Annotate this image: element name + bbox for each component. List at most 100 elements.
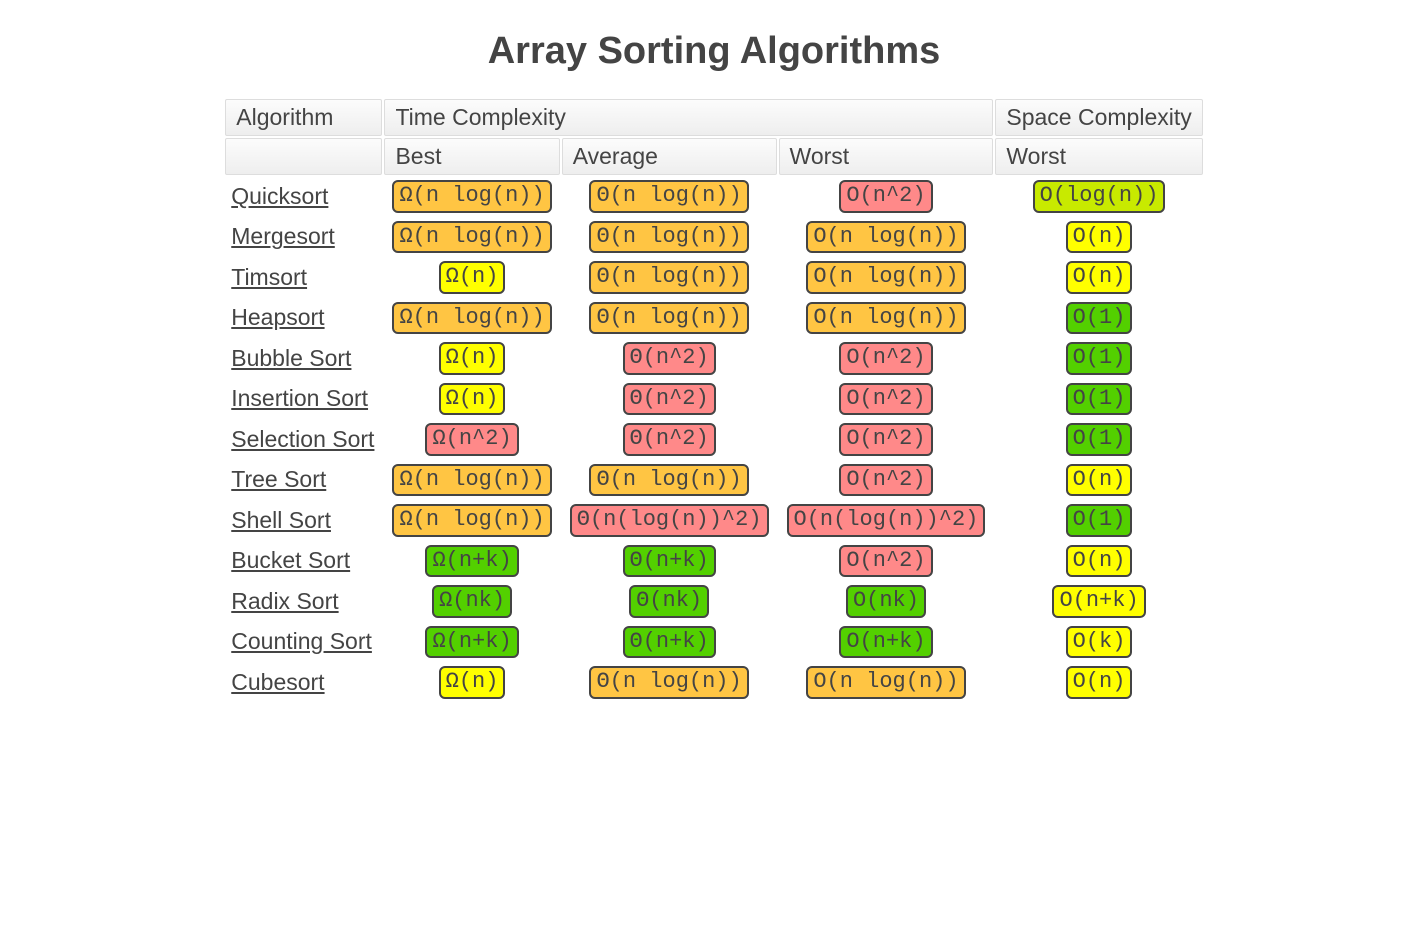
algorithm-name-cell: Radix Sort — [225, 582, 382, 621]
complexity-pill: Ω(n log(n)) — [392, 464, 551, 497]
best-cell: Ω(n+k) — [384, 623, 559, 662]
complexity-pill: O(1) — [1066, 383, 1133, 416]
table-row: CubesortΩ(n)Θ(n log(n))O(n log(n))O(n) — [225, 663, 1202, 702]
complexity-pill: O(n) — [1066, 464, 1133, 497]
table-row: Bucket SortΩ(n+k)Θ(n+k)O(n^2)O(n) — [225, 542, 1202, 581]
table-row: Tree Sort Ω(n log(n)) Θ(n log(n)) O(n^2) O(n… — [225, 461, 1202, 500]
average-cell: Θ(n+k) — [562, 623, 777, 662]
complexity-pill: Ω(n log(n)) — [392, 221, 551, 254]
table-row: Radix Sort Ω(nk) Θ(nk) O(nk) O(n+k) — [225, 582, 1202, 621]
table-row: Insertion SortΩ(n)Θ(n^2)O(n^2)O(1) — [225, 380, 1202, 419]
complexity-pill: Ω(n^2) — [425, 423, 518, 456]
best-cell: Ω(nk) — [384, 582, 559, 621]
average-cell: Θ(n log(n)) — [562, 258, 777, 297]
complexity-pill: Θ(n+k) — [623, 545, 716, 578]
worst-cell: O(n^2) — [779, 420, 994, 459]
worst-cell: O(n log(n)) — [779, 299, 994, 338]
average-cell: Θ(n^2) — [562, 420, 777, 459]
algorithm-link[interactable]: Bubble Sort — [231, 345, 351, 371]
complexity-pill: O(n+k) — [1052, 585, 1145, 618]
space-cell: O(n) — [995, 218, 1202, 257]
space-cell: O(log(n)) — [995, 177, 1202, 216]
algorithm-link[interactable]: Timsort — [231, 264, 307, 290]
complexity-pill: Θ(n log(n)) — [589, 261, 748, 294]
table-body: QuicksortΩ(n log(n))Θ(n log(n))O(n^2)O(l… — [225, 177, 1202, 702]
algorithm-name-cell: Insertion Sort — [225, 380, 382, 419]
best-cell: Ω(n log(n)) — [384, 177, 559, 216]
col-space-worst: Worst — [995, 138, 1202, 175]
col-worst: Worst — [779, 138, 994, 175]
complexity-pill: Θ(nk) — [629, 585, 709, 618]
complexity-pill: Ω(n) — [439, 261, 506, 294]
complexity-pill: O(n^2) — [839, 423, 932, 456]
worst-cell: O(n^2) — [779, 380, 994, 419]
table-row: Shell SortΩ(n log(n))Θ(n(log(n))^2)O(n(l… — [225, 501, 1202, 540]
col-best: Best — [384, 138, 559, 175]
worst-cell: O(n+k) — [779, 623, 994, 662]
best-cell: Ω(n+k) — [384, 542, 559, 581]
page-title: Array Sorting Algorithms — [0, 30, 1428, 73]
complexity-pill: Ω(nk) — [432, 585, 512, 618]
complexity-pill: Θ(n log(n)) — [589, 464, 748, 497]
complexity-pill: O(1) — [1066, 504, 1133, 537]
worst-cell: O(n^2) — [779, 461, 994, 500]
complexity-pill: O(n log(n)) — [806, 302, 965, 335]
complexity-pill: O(n(log(n))^2) — [787, 504, 986, 537]
complexity-pill: O(1) — [1066, 342, 1133, 375]
algorithm-name-cell: Shell Sort — [225, 501, 382, 540]
complexity-pill: Ω(n log(n)) — [392, 180, 551, 213]
complexity-pill: O(n) — [1066, 666, 1133, 699]
algorithm-name-cell: Bucket Sort — [225, 542, 382, 581]
table-row: Counting Sort Ω(n+k) Θ(n+k) O(n+k) O(k) — [225, 623, 1202, 662]
worst-cell: O(n(log(n))^2) — [779, 501, 994, 540]
complexity-pill: O(n^2) — [839, 464, 932, 497]
algorithm-name-cell: Heapsort — [225, 299, 382, 338]
algorithm-name-cell: Timsort — [225, 258, 382, 297]
algorithm-link[interactable]: Counting Sort — [231, 628, 372, 654]
table-row: HeapsortΩ(n log(n))Θ(n log(n))O(n log(n)… — [225, 299, 1202, 338]
table-row: Quicksort Ω(n log(n)) Θ(n log(n))O(n^2)O(l… — [225, 177, 1202, 216]
complexity-pill: Ω(n+k) — [425, 626, 518, 659]
algorithm-link[interactable]: Radix Sort — [231, 588, 338, 614]
algorithm-link[interactable]: Bucket Sort — [231, 547, 350, 573]
space-cell: O(1) — [995, 380, 1202, 419]
space-cell: O(1) — [995, 339, 1202, 378]
algorithm-link[interactable]: Mergesort — [231, 223, 335, 249]
worst-cell: O(n^2) — [779, 177, 994, 216]
complexity-pill: O(n^2) — [839, 383, 932, 416]
complexity-pill: Ω(n) — [439, 666, 506, 699]
best-cell: Ω(n) — [384, 663, 559, 702]
header-row-2: Best Average Worst Worst — [225, 138, 1202, 175]
complexity-pill: O(n+k) — [839, 626, 932, 659]
algorithm-link[interactable]: Cubesort — [231, 669, 324, 695]
best-cell: Ω(n^2) — [384, 420, 559, 459]
table-row: MergesortΩ(n log(n))Θ(n log(n))O(n log(n… — [225, 218, 1202, 257]
algorithm-link[interactable]: Insertion Sort — [231, 385, 368, 411]
average-cell: Θ(n log(n)) — [562, 663, 777, 702]
space-cell: O(1) — [995, 299, 1202, 338]
complexity-pill: Ω(n log(n)) — [392, 504, 551, 537]
complexity-pill: O(n) — [1066, 545, 1133, 578]
algorithm-link[interactable]: Selection Sort — [231, 426, 374, 452]
space-cell: O(k) — [995, 623, 1202, 662]
best-cell: Ω(n) — [384, 258, 559, 297]
algorithm-link[interactable]: Shell Sort — [231, 507, 331, 533]
average-cell: Θ(n log(n)) — [562, 177, 777, 216]
space-cell: O(n) — [995, 258, 1202, 297]
space-cell: O(n+k) — [995, 582, 1202, 621]
header-row-1: Algorithm Time Complexity Space Complexi… — [225, 99, 1202, 136]
space-cell: O(n) — [995, 663, 1202, 702]
worst-cell: O(n log(n)) — [779, 218, 994, 257]
average-cell: Θ(n^2) — [562, 339, 777, 378]
complexity-pill: O(n) — [1066, 221, 1133, 254]
algorithm-link[interactable]: Quicksort — [231, 183, 328, 209]
complexity-pill: Ω(n log(n)) — [392, 302, 551, 335]
algorithm-link[interactable]: Heapsort — [231, 304, 324, 330]
algorithm-name-cell: Tree Sort — [225, 461, 382, 500]
algorithm-name-cell: Quicksort — [225, 177, 382, 216]
algorithm-link[interactable]: Tree Sort — [231, 466, 326, 492]
col-average: Average — [562, 138, 777, 175]
complexity-pill: O(n^2) — [839, 342, 932, 375]
complexity-pill: O(nk) — [846, 585, 926, 618]
col-empty — [225, 138, 382, 175]
